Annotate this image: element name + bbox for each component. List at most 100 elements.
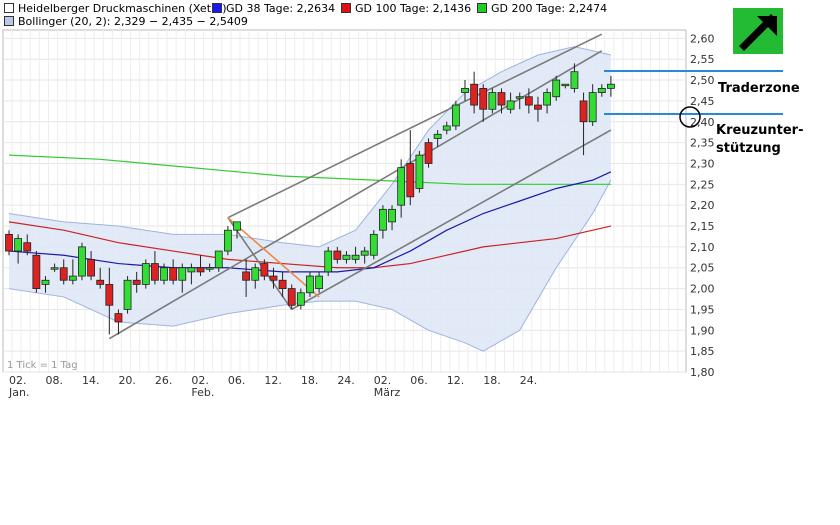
candle-body bbox=[579, 100, 588, 123]
candle-body bbox=[369, 233, 378, 256]
candle-body bbox=[87, 258, 95, 277]
x-tick-label: 24. bbox=[337, 374, 355, 387]
candle-body bbox=[50, 267, 59, 270]
candle-body bbox=[178, 267, 187, 281]
candle-body bbox=[552, 79, 561, 98]
candle-body bbox=[470, 83, 479, 106]
candle-body bbox=[223, 229, 232, 252]
traderzone-label: Traderzone bbox=[718, 81, 800, 96]
y-tick-label: 2,60 bbox=[690, 32, 715, 45]
candle-body bbox=[123, 279, 132, 310]
y-tick-label: 2,15 bbox=[690, 220, 715, 233]
candle-body bbox=[233, 221, 241, 231]
candle-body bbox=[32, 254, 41, 289]
y-tick-label: 2,30 bbox=[690, 157, 715, 170]
kreuz-label-line1: Kreuzunter- bbox=[716, 123, 803, 138]
candle-body bbox=[278, 279, 287, 289]
candle-body bbox=[588, 92, 597, 123]
candle-body bbox=[315, 275, 323, 289]
candle-body bbox=[169, 267, 178, 281]
x-tick-month: Jan. bbox=[8, 386, 29, 399]
x-tick-label: 06. bbox=[228, 374, 246, 387]
candle-body bbox=[287, 288, 296, 306]
candle-body bbox=[524, 96, 533, 106]
candle-body bbox=[406, 163, 415, 198]
candle bbox=[324, 246, 333, 277]
candle-body bbox=[360, 250, 369, 256]
y-tick-label: 2,05 bbox=[690, 262, 715, 275]
y-tick-label: 2,00 bbox=[690, 283, 715, 296]
candle bbox=[223, 226, 232, 256]
candle-body bbox=[415, 154, 424, 189]
x-tick-label: 06. bbox=[410, 374, 428, 387]
candle-body bbox=[132, 279, 141, 285]
candle-body bbox=[260, 263, 269, 277]
x-tick-label: 08. bbox=[45, 374, 63, 387]
candle-body bbox=[23, 242, 32, 252]
candle bbox=[123, 276, 132, 314]
candle-body bbox=[324, 250, 333, 273]
candle-body bbox=[351, 254, 360, 260]
y-tick-label: 2,10 bbox=[690, 241, 715, 254]
candle-body bbox=[251, 267, 260, 281]
candle-body bbox=[59, 267, 68, 281]
candle-body bbox=[424, 142, 433, 164]
candle-body bbox=[205, 267, 214, 270]
candle-body bbox=[570, 71, 579, 89]
x-tick-month: März bbox=[374, 386, 401, 399]
candle-body bbox=[488, 92, 497, 110]
candle-body bbox=[342, 254, 351, 260]
candle bbox=[369, 230, 378, 260]
candle-body bbox=[607, 83, 615, 89]
y-tick-label: 1,90 bbox=[690, 324, 715, 337]
y-tick-label: 1,85 bbox=[690, 345, 715, 358]
candle-body bbox=[515, 96, 524, 99]
candle-body bbox=[506, 100, 515, 110]
candle-body bbox=[534, 104, 542, 110]
candle-body bbox=[497, 92, 506, 106]
candle-body bbox=[151, 263, 159, 281]
candle-body bbox=[451, 104, 460, 127]
candle bbox=[32, 251, 41, 293]
candle-body bbox=[388, 208, 396, 223]
candle-body bbox=[41, 279, 50, 285]
candle-body bbox=[141, 263, 150, 285]
candle-body bbox=[14, 238, 23, 252]
y-tick-label: 2,55 bbox=[690, 53, 715, 66]
x-tick-label: 14. bbox=[82, 374, 100, 387]
candle-body bbox=[461, 87, 469, 93]
candle-body bbox=[68, 275, 77, 281]
candle-body bbox=[333, 250, 342, 260]
candle bbox=[424, 138, 433, 168]
candle-body bbox=[479, 87, 488, 110]
candle-body bbox=[5, 233, 13, 252]
candle bbox=[415, 150, 424, 193]
candle-body bbox=[96, 279, 105, 285]
kreuz-label-line2: stützung bbox=[716, 141, 781, 156]
candle-body bbox=[296, 292, 305, 306]
candle-body bbox=[379, 208, 387, 231]
candle bbox=[78, 242, 86, 281]
candle bbox=[451, 100, 460, 131]
candle-body bbox=[269, 275, 278, 281]
y-tick-label: 2,45 bbox=[690, 95, 715, 108]
y-tick-label: 2,35 bbox=[690, 137, 715, 150]
candle-body bbox=[187, 267, 196, 273]
x-tick-month: Feb. bbox=[191, 386, 214, 399]
y-tick-label: 2,20 bbox=[690, 199, 715, 212]
candle-body bbox=[105, 284, 114, 306]
y-tick-label: 2,50 bbox=[690, 74, 715, 87]
y-tick-label: 1,95 bbox=[690, 303, 715, 316]
y-tick-label: 2,25 bbox=[690, 178, 715, 191]
x-tick-label: 24. bbox=[520, 374, 538, 387]
x-tick-label: 12. bbox=[447, 374, 465, 387]
stock-chart: 1,80 1,85 1,90 1,95 2,00 2,05 2,10 2,15 2,20 2,25… bbox=[2, 8, 803, 399]
candle-body bbox=[597, 87, 606, 93]
candle-body bbox=[397, 167, 406, 206]
arrow-up-right-icon bbox=[733, 8, 783, 54]
candle-body bbox=[78, 246, 86, 277]
candle-body bbox=[196, 267, 205, 273]
tick-note: 1 Tick = 1 Tag bbox=[7, 360, 78, 371]
candle-body bbox=[114, 313, 123, 323]
x-tick-label: 12. bbox=[264, 374, 282, 387]
